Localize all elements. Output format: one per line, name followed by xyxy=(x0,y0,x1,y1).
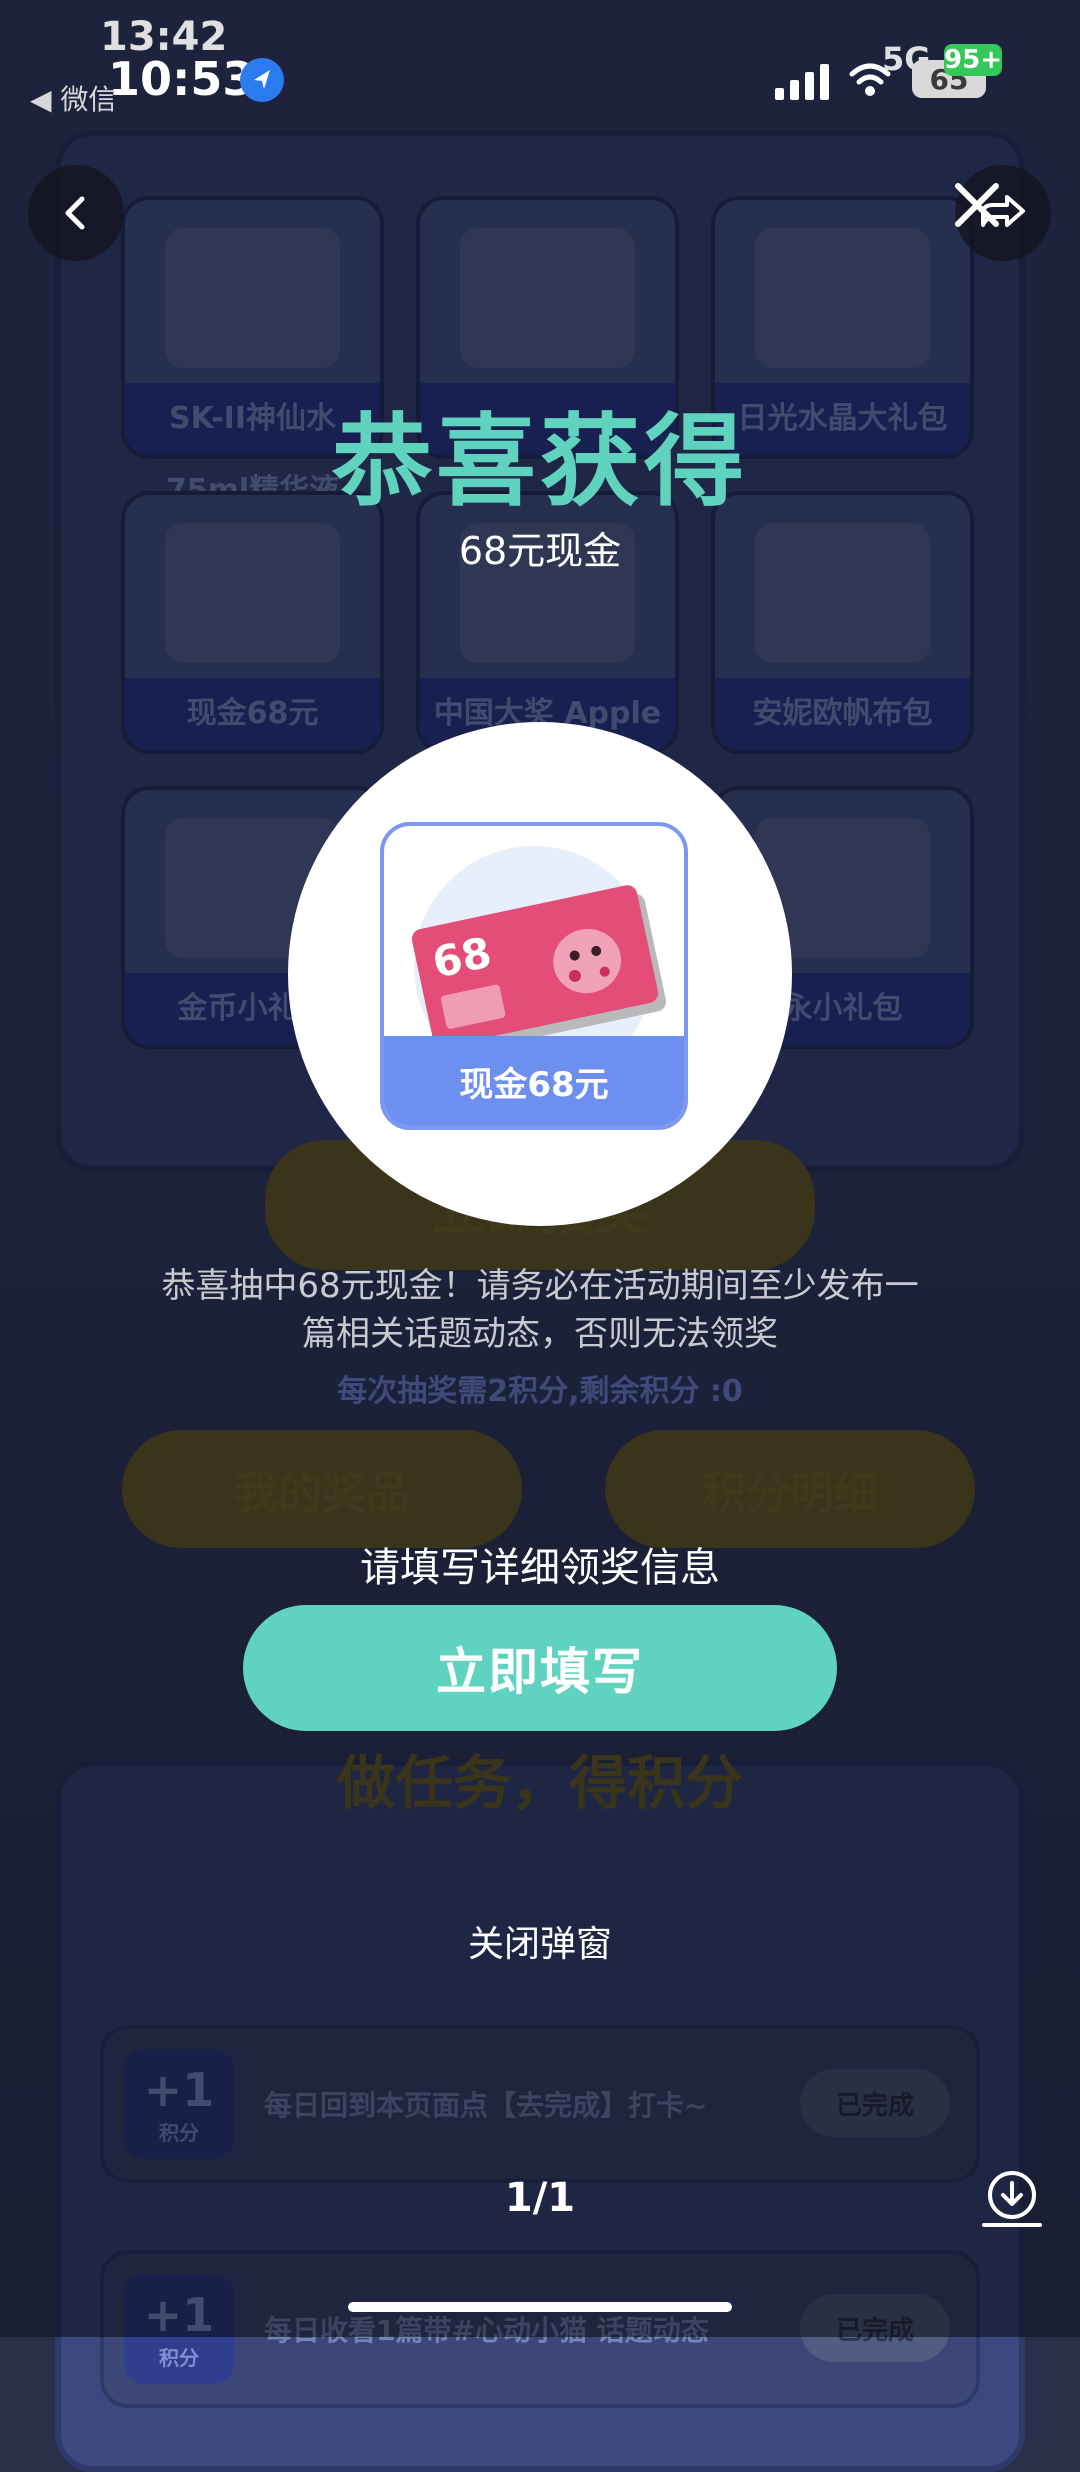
prize-card: 68 现金68元 xyxy=(380,822,688,1130)
cellular-signal-icon xyxy=(775,64,829,100)
location-arrow-icon xyxy=(240,58,284,102)
points-info: 每次抽奖需2积分,剩余积分 :0 xyxy=(337,1374,743,1409)
back-to-app-link[interactable]: ◀ 微信 xyxy=(30,78,116,118)
status-time: 10:53 xyxy=(108,52,255,106)
prize-card-label: 现金68元 xyxy=(384,1036,684,1126)
prize-name: 68元现金 xyxy=(458,529,622,573)
points-unit: 积分 xyxy=(159,2345,199,2370)
fill-info-tip: 请填写详细领奖信息 xyxy=(360,1545,720,1591)
ticket-number: 68 xyxy=(428,927,496,988)
battery-indicator-secondary: 95+ xyxy=(944,44,1002,76)
ticket-stripe xyxy=(440,983,507,1030)
back-button[interactable] xyxy=(28,165,124,261)
download-icon[interactable] xyxy=(980,2165,1044,2229)
page-indicator: 1/1 xyxy=(504,2175,576,2221)
mascot-icon xyxy=(553,928,622,994)
prize-description: 恭喜抽中68元现金！请务必在活动期间至少发布一篇相关话题动态，否则无法领奖 xyxy=(161,1266,919,1354)
prize-display: 68 现金68元 xyxy=(288,722,792,1226)
home-indicator[interactable] xyxy=(348,2302,732,2312)
close-icon[interactable] xyxy=(952,180,1002,230)
fill-now-button[interactable]: 立即填写 xyxy=(243,1605,837,1731)
chevron-left-icon xyxy=(65,196,85,230)
status-bar: 13:42 10:53 ◀ 微信 5G 65 95+ xyxy=(0,0,1080,116)
modal-title: 恭喜获得 xyxy=(332,403,748,520)
close-popup-link[interactable]: 关闭弹窗 xyxy=(0,1915,1080,1967)
